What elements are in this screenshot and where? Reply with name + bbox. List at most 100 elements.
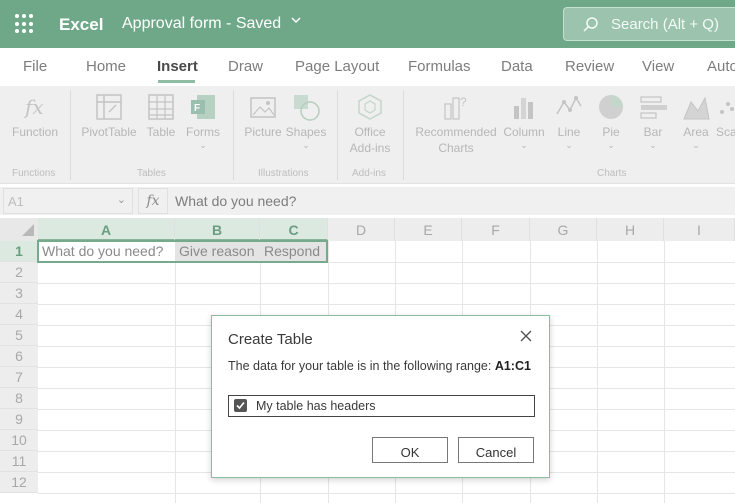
name-box[interactable]: A1 ⌄ <box>3 188 133 214</box>
line-chart-button[interactable]: Line ⌄ <box>550 92 588 150</box>
row-header-11[interactable]: 11 <box>0 451 38 472</box>
cancel-button[interactable]: Cancel <box>458 437 534 463</box>
search-box[interactable]: Search (Alt + Q) <box>563 7 735 41</box>
gridline <box>175 241 176 503</box>
select-all-corner[interactable] <box>0 218 38 241</box>
addins-label-1: Office <box>354 125 386 139</box>
row-header-7[interactable]: 7 <box>0 367 38 388</box>
title-bar: Excel Approval form - Saved Search (Alt … <box>0 0 735 48</box>
selection-range <box>37 240 328 263</box>
name-box-value: A1 <box>8 194 24 209</box>
column-chart-icon <box>514 98 533 119</box>
pivottable-button[interactable]: PivotTable <box>78 92 140 140</box>
row-header-6[interactable]: 6 <box>0 346 38 367</box>
pivottable-icon <box>96 94 122 120</box>
row-header-8[interactable]: 8 <box>0 388 38 409</box>
bar-chart-icon <box>640 96 667 119</box>
row-header-5[interactable]: 5 <box>0 325 38 346</box>
forms-button[interactable]: F Forms ⌄ <box>182 92 224 150</box>
row-header-4[interactable]: 4 <box>0 304 38 325</box>
chevron-down-icon[interactable]: ⌄ <box>182 140 224 150</box>
range-value[interactable]: A1:C1 <box>495 359 531 373</box>
area-chart-icon <box>683 96 710 120</box>
scatter-chart-icon <box>720 102 734 114</box>
column-chart-button[interactable]: Column ⌄ <box>500 92 548 150</box>
column-header-h[interactable]: H <box>597 218 664 241</box>
tab-review[interactable]: Review <box>565 58 614 75</box>
recommended-label-2: Charts <box>438 141 474 155</box>
app-name[interactable]: Excel <box>59 15 103 35</box>
gridline <box>38 493 735 494</box>
area-chart-button[interactable]: Area ⌄ <box>677 92 715 150</box>
recommended-charts-icon: ? <box>444 95 467 120</box>
picture-button[interactable]: Picture <box>240 92 286 140</box>
shapes-button[interactable]: Shapes ⌄ <box>285 92 327 150</box>
group-label-tables: Tables <box>137 168 166 179</box>
column-header-b[interactable]: B <box>175 218 260 241</box>
document-title[interactable]: Approval form - Saved <box>122 15 281 33</box>
chevron-down-icon[interactable]: ⌄ <box>550 140 588 150</box>
tab-view[interactable]: View <box>642 58 674 75</box>
column-header-i[interactable]: I <box>664 218 735 241</box>
row-header-1[interactable]: 1 <box>0 241 38 262</box>
office-addins-button[interactable]: Office Add-ins <box>344 92 396 156</box>
app-launcher-icon[interactable] <box>15 14 35 34</box>
tab-file[interactable]: File <box>23 58 47 75</box>
tab-automate[interactable]: Auto <box>707 58 735 75</box>
close-icon[interactable] <box>518 328 534 344</box>
chevron-down-icon[interactable] <box>290 14 302 29</box>
chevron-down-icon[interactable]: ⌄ <box>117 193 126 206</box>
scatter-chart-button[interactable]: Sca <box>716 92 735 140</box>
chevron-down-icon[interactable]: ⌄ <box>592 140 630 150</box>
column-header-d[interactable]: D <box>328 218 395 241</box>
addins-icon <box>358 94 382 120</box>
column-header-c[interactable]: C <box>260 218 328 241</box>
column-header-a[interactable]: A <box>38 218 175 241</box>
tab-formulas[interactable]: Formulas <box>408 58 471 75</box>
addins-label-2: Add-ins <box>349 141 391 155</box>
row-header-9[interactable]: 9 <box>0 409 38 430</box>
forms-icon: F <box>191 95 215 119</box>
chevron-down-icon[interactable]: ⌄ <box>500 140 548 150</box>
tab-insert[interactable]: Insert <box>157 58 198 75</box>
tab-data[interactable]: Data <box>501 58 533 75</box>
row-header-12[interactable]: 12 <box>0 472 38 493</box>
shapes-icon <box>294 95 320 121</box>
row-header-10[interactable]: 10 <box>0 430 38 451</box>
tab-home[interactable]: Home <box>86 58 126 75</box>
group-label-addins: Add-ins <box>352 168 386 179</box>
headers-checkbox-row[interactable]: My table has headers <box>228 395 535 417</box>
dialog-title: Create Table <box>228 331 313 348</box>
row-header-2[interactable]: 2 <box>0 262 38 283</box>
divider <box>337 90 338 180</box>
chevron-down-icon[interactable]: ⌄ <box>677 140 715 150</box>
column-header-f[interactable]: F <box>462 218 530 241</box>
tab-draw[interactable]: Draw <box>228 58 263 75</box>
chevron-down-icon[interactable]: ⌄ <box>634 140 672 150</box>
ok-button[interactable]: OK <box>372 437 448 463</box>
row-header-3[interactable]: 3 <box>0 283 38 304</box>
formula-input[interactable]: What do you need? <box>175 193 296 209</box>
ribbon-tabs: File Home Insert Draw Page Layout Formul… <box>0 48 735 86</box>
chevron-down-icon[interactable]: ⌄ <box>285 140 327 150</box>
column-header-g[interactable]: G <box>530 218 597 241</box>
headers-checkbox-label[interactable]: My table has headers <box>256 399 376 413</box>
headers-checkbox[interactable] <box>234 399 247 412</box>
picture-label: Picture <box>244 125 282 139</box>
recommended-label-1: Recommended <box>415 125 497 139</box>
column-label: Column <box>503 125 545 139</box>
bar-chart-button[interactable]: Bar ⌄ <box>634 92 672 150</box>
pie-chart-icon <box>599 95 623 119</box>
pie-chart-button[interactable]: Pie ⌄ <box>592 92 630 150</box>
line-label: Line <box>557 125 581 139</box>
column-header-e[interactable]: E <box>395 218 462 241</box>
insert-function-icon[interactable]: fx <box>138 188 168 214</box>
recommended-charts-button[interactable]: ? Recommended Charts <box>412 92 500 156</box>
table-button[interactable]: Table <box>142 92 180 140</box>
function-button[interactable]: fx Function <box>8 92 62 140</box>
scatter-label: Sca <box>716 125 735 139</box>
shapes-label: Shapes <box>285 125 327 139</box>
area-label: Area <box>683 125 709 139</box>
tab-page-layout[interactable]: Page Layout <box>295 58 379 75</box>
formula-bar: A1 ⌄ fx What do you need? <box>0 187 735 215</box>
